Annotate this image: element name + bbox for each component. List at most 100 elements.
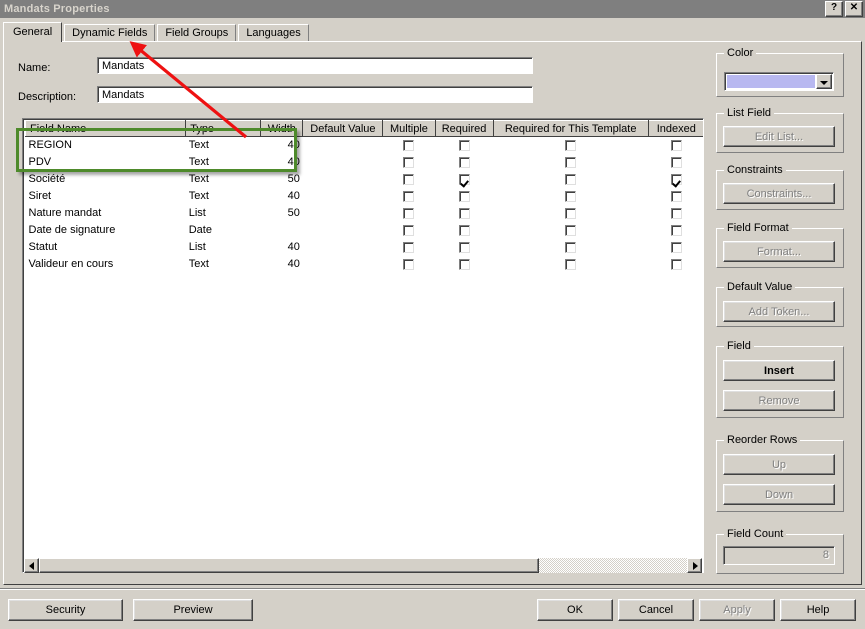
reorder-up-button[interactable]: Up	[723, 454, 835, 475]
cell-field-name[interactable]: REGION	[25, 136, 186, 154]
checkbox-icon[interactable]	[565, 156, 577, 168]
format-button[interactable]: Format...	[723, 241, 835, 262]
checkbox-icon[interactable]	[565, 207, 577, 219]
cell-width[interactable]: 40	[260, 255, 303, 273]
checkbox-icon[interactable]	[458, 224, 470, 236]
ok-button[interactable]: OK	[537, 599, 613, 621]
preview-button[interactable]: Preview	[133, 599, 253, 621]
cell-required[interactable]	[435, 204, 494, 222]
table-row[interactable]: SiretText40Default	[25, 187, 703, 205]
cell-multiple[interactable]	[382, 238, 435, 256]
checkbox-icon[interactable]	[565, 258, 577, 270]
cell-required[interactable]	[435, 153, 494, 171]
title-bar[interactable]: Mandats Properties ? ✕	[0, 0, 865, 18]
reorder-down-button[interactable]: Down	[723, 484, 835, 505]
cell-default-value[interactable]	[302, 255, 383, 273]
remove-button[interactable]: Remove	[723, 390, 835, 411]
cell-required-this-template[interactable]	[493, 170, 649, 188]
cell-required-this-template[interactable]	[493, 153, 649, 171]
cell-default-value[interactable]	[302, 238, 383, 256]
fields-grid[interactable]: Field Name Type Width Default Value Mult…	[22, 118, 704, 573]
checkbox-icon[interactable]	[458, 139, 470, 151]
checkbox-icon[interactable]	[670, 207, 682, 219]
cell-width[interactable]: 50	[260, 170, 303, 188]
add-token-button[interactable]: Add Token...	[723, 301, 835, 322]
help-icon[interactable]: ?	[825, 1, 843, 17]
checkbox-icon[interactable]	[565, 241, 577, 253]
cell-required-this-template[interactable]	[493, 221, 649, 239]
cell-multiple[interactable]	[382, 255, 435, 273]
checkbox-icon[interactable]	[565, 173, 577, 185]
checkbox-icon[interactable]	[458, 156, 470, 168]
cell-field-name[interactable]: Valideur en cours	[25, 255, 186, 273]
grid-horizontal-scrollbar[interactable]	[24, 558, 702, 573]
table-row[interactable]: Valideur en coursText40Default	[25, 255, 703, 273]
cell-multiple[interactable]	[382, 170, 435, 188]
apply-button[interactable]: Apply	[699, 599, 775, 621]
checkbox-icon[interactable]	[670, 241, 682, 253]
description-input[interactable]: Mandats	[97, 86, 533, 103]
cell-required-this-template[interactable]	[493, 238, 649, 256]
checkbox-icon[interactable]	[670, 190, 682, 202]
scrollbar-thumb[interactable]	[39, 558, 539, 573]
checkbox-icon[interactable]	[670, 156, 682, 168]
cell-width[interactable]: 40	[260, 187, 303, 205]
table-row[interactable]: PDVText40Default	[25, 153, 703, 171]
cell-width[interactable]: 40	[260, 153, 303, 171]
insert-button[interactable]: Insert	[723, 360, 835, 381]
col-default-value[interactable]: Default Value	[302, 120, 384, 137]
checkbox-icon[interactable]	[403, 241, 415, 253]
cell-width[interactable]: 40	[260, 136, 303, 154]
table-row[interactable]: SociétéText50Default	[25, 170, 703, 188]
cell-field-name[interactable]: Société	[25, 170, 186, 188]
checkbox-icon[interactable]	[565, 224, 577, 236]
cell-default-value[interactable]	[302, 136, 383, 154]
checkbox-checked-icon[interactable]	[670, 173, 682, 185]
security-button[interactable]: Security	[8, 599, 123, 621]
cell-indexed[interactable]	[648, 221, 703, 239]
scrollbar-track[interactable]	[539, 558, 687, 573]
checkbox-icon[interactable]	[458, 258, 470, 270]
cell-field-name[interactable]: Date de signature	[25, 221, 186, 239]
cell-indexed[interactable]	[648, 238, 703, 256]
edit-list-button[interactable]: Edit List...	[723, 126, 835, 147]
checkbox-checked-icon[interactable]	[458, 173, 470, 185]
col-width[interactable]: Width	[260, 120, 304, 137]
checkbox-icon[interactable]	[458, 241, 470, 253]
col-multiple[interactable]: Multiple	[382, 120, 436, 137]
col-required[interactable]: Required	[434, 120, 494, 137]
checkbox-icon[interactable]	[403, 190, 415, 202]
checkbox-icon[interactable]	[458, 207, 470, 219]
cell-default-value[interactable]	[302, 153, 383, 171]
cell-multiple[interactable]	[382, 136, 435, 154]
checkbox-icon[interactable]	[565, 139, 577, 151]
cell-indexed[interactable]	[648, 187, 703, 205]
cell-required[interactable]	[435, 221, 494, 239]
checkbox-icon[interactable]	[458, 190, 470, 202]
table-row[interactable]: REGIONText40Default	[25, 136, 703, 154]
cell-indexed[interactable]	[648, 170, 703, 188]
cell-required-this-template[interactable]	[493, 255, 649, 273]
cell-field-name[interactable]: PDV	[25, 153, 186, 171]
cell-type[interactable]: Text	[185, 153, 261, 171]
cell-multiple[interactable]	[382, 204, 435, 222]
cell-default-value[interactable]	[302, 204, 383, 222]
checkbox-icon[interactable]	[565, 190, 577, 202]
col-required-this-template[interactable]: Required for This Template	[492, 120, 649, 137]
cell-type[interactable]: Text	[185, 187, 261, 205]
checkbox-icon[interactable]	[403, 224, 415, 236]
table-row[interactable]: Date de signatureDateShort Date	[25, 221, 703, 239]
cell-type[interactable]: Text	[185, 136, 261, 154]
cell-required[interactable]	[435, 187, 494, 205]
cell-indexed[interactable]	[648, 136, 703, 154]
constraints-button[interactable]: Constraints...	[723, 183, 835, 204]
cell-required[interactable]	[435, 170, 494, 188]
cell-default-value[interactable]	[302, 221, 383, 239]
checkbox-icon[interactable]	[403, 156, 415, 168]
cell-type[interactable]: Text	[185, 170, 261, 188]
tab-dynamic-fields[interactable]: Dynamic Fields	[64, 24, 156, 42]
cell-required-this-template[interactable]	[493, 187, 649, 205]
cell-field-name[interactable]: Nature mandat	[25, 204, 186, 222]
col-field-name[interactable]: Field Name	[24, 120, 187, 137]
checkbox-icon[interactable]	[670, 139, 682, 151]
